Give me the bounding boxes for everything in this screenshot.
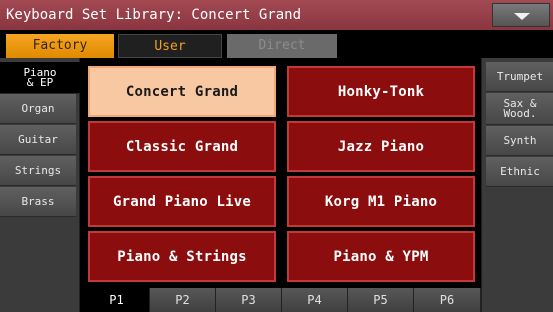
page-tab-p3[interactable]: P3 [216, 288, 282, 312]
page-tab-p4[interactable]: P4 [282, 288, 348, 312]
right-category-tabs: Trumpet Sax & Wood. Synth Ethnic [481, 58, 553, 312]
keyboard-set-grid: Concert Grand Honky-Tonk Classic Grand J… [84, 62, 477, 284]
category-tab-trumpet[interactable]: Trumpet [486, 62, 553, 92]
category-tab-brass[interactable]: Brass [0, 187, 76, 217]
category-tab-sax-line2: Wood. [503, 106, 537, 120]
set-button-piano-ypm[interactable]: Piano & YPM [287, 231, 475, 282]
category-tab-ethnic[interactable]: Ethnic [486, 157, 553, 187]
tab-user[interactable]: User [118, 34, 222, 58]
page-tab-p1[interactable]: P1 [84, 288, 150, 312]
category-tab-piano[interactable]: Piano & EP [0, 62, 80, 94]
page-tab-p6[interactable]: P6 [414, 288, 481, 312]
page-tab-p2[interactable]: P2 [150, 288, 216, 312]
window-title: Keyboard Set Library: Concert Grand [6, 7, 302, 23]
set-button-classic-grand[interactable]: Classic Grand [88, 121, 276, 172]
category-tab-piano-line2: & EP [26, 75, 54, 89]
page-menu-button[interactable] [492, 3, 550, 27]
page-tabs: P1 P2 P3 P4 P5 P6 [84, 288, 481, 312]
category-tab-synth[interactable]: Synth [486, 126, 553, 156]
set-button-jazz-piano[interactable]: Jazz Piano [287, 121, 475, 172]
chevron-down-icon [514, 13, 530, 20]
set-button-concert-grand[interactable]: Concert Grand [88, 66, 276, 117]
set-button-honky-tonk[interactable]: Honky-Tonk [287, 66, 475, 117]
page-tab-p5[interactable]: P5 [348, 288, 414, 312]
library-tabs: Factory User Direct [0, 34, 553, 58]
set-button-korg-m1-piano[interactable]: Korg M1 Piano [287, 176, 475, 227]
category-tab-sax-wood[interactable]: Sax & Wood. [486, 93, 553, 125]
tab-direct[interactable]: Direct [227, 34, 337, 58]
category-tab-guitar[interactable]: Guitar [0, 125, 76, 155]
tab-factory[interactable]: Factory [6, 34, 114, 58]
set-button-piano-strings[interactable]: Piano & Strings [88, 231, 276, 282]
set-button-grand-piano-live[interactable]: Grand Piano Live [88, 176, 276, 227]
category-tab-organ[interactable]: Organ [0, 94, 76, 124]
left-category-tabs: Piano & EP Organ Guitar Strings Brass [0, 58, 80, 312]
title-bar: Keyboard Set Library: Concert Grand [0, 0, 553, 30]
category-tab-strings[interactable]: Strings [0, 156, 76, 186]
